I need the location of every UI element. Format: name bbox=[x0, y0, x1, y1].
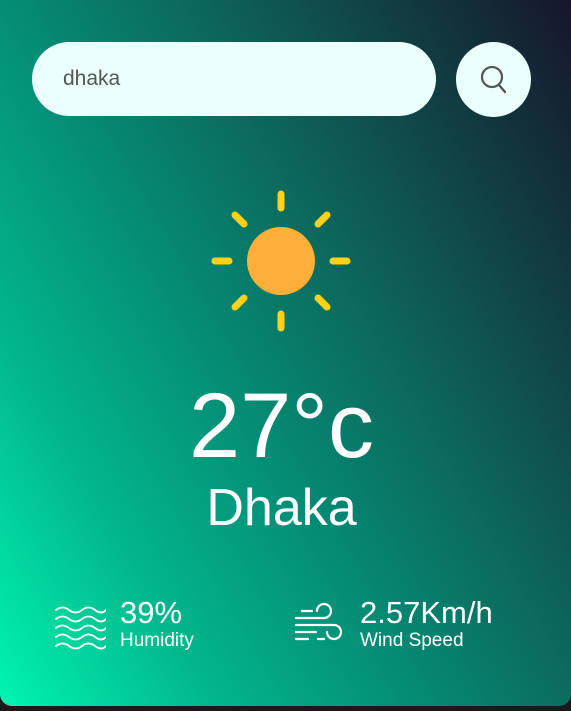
city-name: Dhaka bbox=[206, 479, 357, 537]
weather-card: 27°c Dhaka 39% Humidity bbox=[0, 0, 571, 706]
humidity-value: 39% bbox=[120, 595, 183, 630]
wind-icon bbox=[294, 602, 343, 641]
sun-icon bbox=[211, 190, 351, 332]
temperature: 27°c bbox=[188, 375, 375, 477]
humidity-label: Humidity bbox=[120, 630, 194, 651]
search-icon bbox=[480, 65, 506, 93]
wind-value: 2.57Km/h bbox=[360, 595, 493, 630]
humidity-waves-icon bbox=[55, 606, 106, 650]
wind-label: Wind Speed bbox=[360, 630, 464, 651]
search-button[interactable] bbox=[456, 42, 531, 117]
wind-detail: 2.57Km/h Wind Speed bbox=[294, 596, 493, 652]
search-bar[interactable] bbox=[32, 42, 436, 116]
humidity-detail: 39% Humidity bbox=[54, 596, 194, 652]
search-input[interactable] bbox=[63, 67, 403, 91]
